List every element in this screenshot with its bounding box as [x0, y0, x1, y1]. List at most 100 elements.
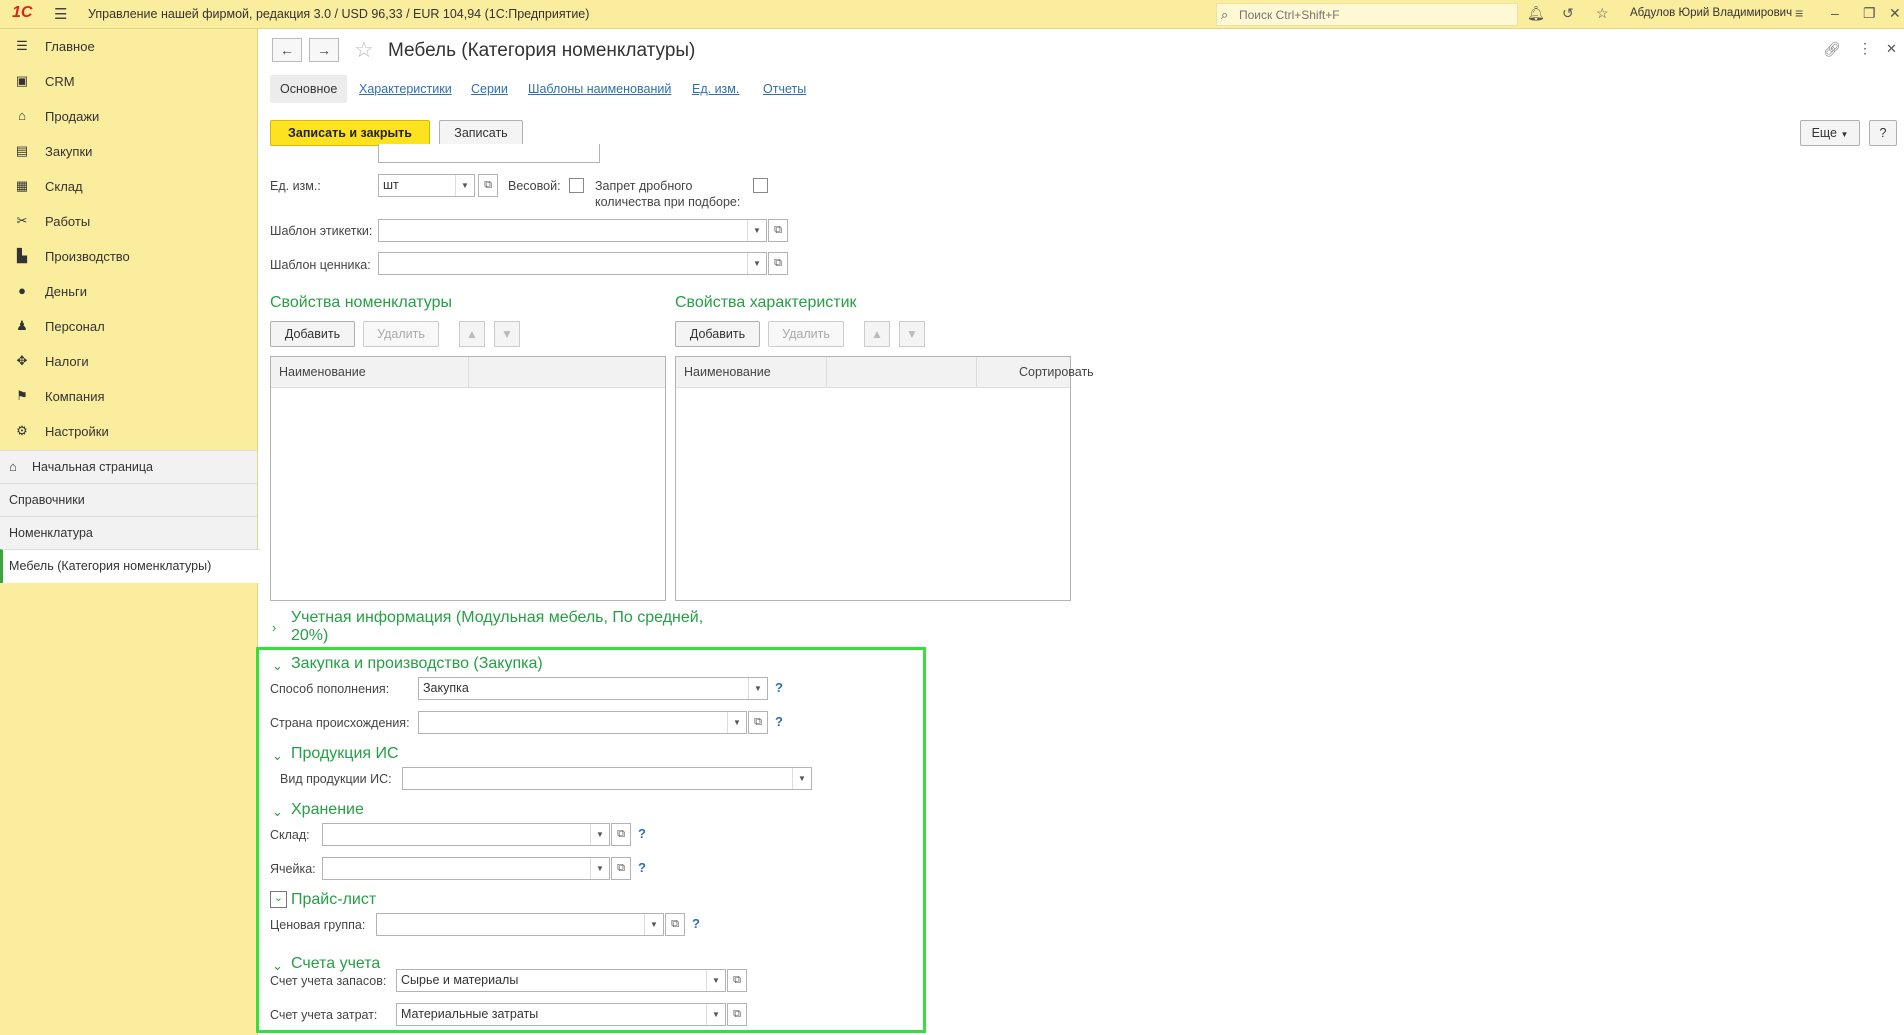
storage-title[interactable]: Хранение [291, 801, 364, 819]
opened-home-page[interactable]: ⌂ Начальная страница [0, 450, 257, 484]
dropdown-arrow-icon[interactable]: ▼ [727, 712, 746, 733]
props-characteristics-table[interactable]: Наименование Сортировать [675, 356, 1094, 601]
move-down-icon[interactable]: ▼ [899, 321, 925, 347]
fraction-ban-checkbox[interactable] [753, 178, 768, 193]
purchase-group-title[interactable]: Закупка и производство (Закупка) [291, 655, 543, 673]
scrolled-field[interactable] [378, 144, 600, 163]
pricelist-collapse-toggle[interactable]: ⌄ [270, 891, 287, 908]
replenishment-field[interactable]: Закупка ▼ [418, 677, 768, 700]
restore-icon[interactable]: ❐ [1863, 5, 1876, 22]
open-icon[interactable]: ⧉ [727, 969, 747, 992]
open-icon[interactable]: ⧉ [611, 823, 631, 846]
global-search[interactable]: ⌕ [1216, 3, 1518, 26]
tab-characteristics[interactable]: Характеристики [359, 82, 452, 96]
open-icon[interactable]: ⧉ [727, 1003, 747, 1026]
column-header-name[interactable]: Наименование [279, 365, 366, 379]
move-down-icon[interactable]: ▼ [494, 321, 520, 347]
label-template-field[interactable]: ▼ [378, 219, 767, 242]
forward-button[interactable]: → [309, 38, 339, 62]
dropdown-arrow-icon[interactable]: ▼ [706, 1004, 725, 1025]
sidebar-item-crm[interactable]: ▣ CRM [0, 64, 257, 99]
props-char-add-button[interactable]: Добавить [675, 321, 760, 347]
bell-icon[interactable]: 🔔︎ [1527, 5, 1545, 22]
open-icon[interactable]: ⧉ [748, 711, 768, 734]
help-question-icon[interactable]: ? [638, 826, 646, 841]
help-question-icon[interactable]: ? [775, 680, 783, 695]
props-nom-delete-button[interactable]: Удалить [363, 321, 439, 347]
tab-main[interactable]: Основное [270, 75, 348, 103]
sidebar-item-main[interactable]: ☰ Главное [0, 29, 257, 64]
cell-field[interactable]: ▼ [322, 857, 610, 880]
sidebar-item-taxes[interactable]: ✥ Налоги [0, 344, 257, 379]
settings-menu-icon[interactable]: ≡ [1795, 5, 1803, 21]
dropdown-arrow-icon[interactable]: ▼ [792, 768, 811, 789]
search-input[interactable] [1237, 6, 1511, 24]
sidebar-item-money[interactable]: ● Деньги [0, 274, 257, 309]
country-field[interactable]: ▼ [418, 711, 747, 734]
sidebar-item-warehouse[interactable]: ▦ Склад [0, 169, 257, 204]
opened-current-form[interactable]: Мебель (Категория номенклатуры) [0, 549, 260, 583]
history-icon[interactable]: ↺ [1562, 5, 1574, 22]
dropdown-arrow-icon[interactable]: ▼ [748, 678, 767, 699]
favorite-star-icon[interactable]: ☆ [354, 37, 374, 63]
open-icon[interactable]: ⧉ [768, 219, 788, 242]
star-icon[interactable]: ☆ [1596, 5, 1609, 22]
opened-catalogs[interactable]: Справочники [0, 483, 257, 517]
tab-units[interactable]: Ед. изм. [692, 82, 739, 96]
accounting-info-title-line2[interactable]: 20%) [291, 627, 328, 645]
sidebar-item-production[interactable]: ▙ Производство [0, 239, 257, 274]
dropdown-arrow-icon[interactable]: ▼ [590, 824, 609, 845]
more-button[interactable]: Еще ▼ [1800, 120, 1860, 146]
close-window-icon[interactable]: ✕ [1889, 5, 1901, 22]
dropdown-arrow-icon[interactable]: ▼ [747, 253, 766, 274]
sidebar-item-sales[interactable]: ⌂ Продажи [0, 99, 257, 134]
save-button[interactable]: Записать [439, 120, 523, 146]
props-char-delete-button[interactable]: Удалить [768, 321, 844, 347]
chevron-down-icon[interactable]: ⌄ [272, 658, 283, 674]
move-up-icon[interactable]: ▲ [459, 321, 485, 347]
tab-name-templates[interactable]: Шаблоны наименований [528, 82, 671, 96]
chevron-down-icon[interactable]: ⌄ [272, 958, 283, 974]
open-icon[interactable]: ⧉ [665, 913, 685, 936]
sidebar-item-works[interactable]: ✂ Работы [0, 204, 257, 239]
warehouse-field[interactable]: ▼ [322, 823, 610, 846]
props-nomenclature-table[interactable]: Наименование [270, 356, 666, 601]
sidebar-item-purchases[interactable]: ▤ Закупки [0, 134, 257, 169]
more-vertical-icon[interactable]: ⋮ [1858, 40, 1872, 57]
pricelist-title[interactable]: Прайс-лист [291, 891, 376, 909]
dropdown-arrow-icon[interactable]: ▼ [747, 220, 766, 241]
props-nom-add-button[interactable]: Добавить [270, 321, 355, 347]
link-icon[interactable]: 🔗︎ [1823, 41, 1841, 58]
weight-checkbox[interactable] [569, 178, 584, 193]
chevron-right-icon[interactable]: › [272, 620, 276, 635]
open-icon[interactable]: ⧉ [768, 252, 788, 275]
accounting-info-title-line1[interactable]: Учетная информация (Модульная мебель, По… [291, 609, 703, 627]
back-button[interactable]: ← [272, 38, 302, 62]
help-button[interactable]: ? [1869, 120, 1897, 146]
unit-field[interactable]: шт ▼ [378, 174, 475, 197]
price-tag-template-field[interactable]: ▼ [378, 252, 767, 275]
chevron-down-icon[interactable]: ⌄ [272, 804, 283, 820]
expense-account-field[interactable]: Материальные затраты ▼ [396, 1003, 726, 1026]
accounts-title[interactable]: Счета учета [291, 955, 380, 973]
is-kind-field[interactable]: ▼ [402, 767, 812, 790]
open-icon[interactable]: ⧉ [478, 174, 498, 197]
column-header-name[interactable]: Наименование [684, 365, 771, 379]
open-icon[interactable]: ⧉ [611, 857, 631, 880]
tab-series[interactable]: Серии [471, 82, 508, 96]
sidebar-item-settings[interactable]: ⚙ Настройки [0, 414, 257, 449]
price-group-field[interactable]: ▼ [376, 913, 664, 936]
dropdown-arrow-icon[interactable]: ▼ [644, 914, 663, 935]
hamburger-menu-icon[interactable]: ☰ [54, 5, 67, 23]
column-header-sort[interactable]: Сортировать [1019, 365, 1094, 379]
help-question-icon[interactable]: ? [775, 714, 783, 729]
dropdown-arrow-icon[interactable]: ▼ [455, 175, 474, 196]
dropdown-arrow-icon[interactable]: ▼ [706, 970, 725, 991]
minimize-icon[interactable]: – [1831, 5, 1839, 21]
help-question-icon[interactable]: ? [638, 860, 646, 875]
dropdown-arrow-icon[interactable]: ▼ [590, 858, 609, 879]
sidebar-item-staff[interactable]: ♟ Персонал [0, 309, 257, 344]
user-name[interactable]: Абдулов Юрий Владимирович [1630, 7, 1792, 19]
opened-nomenclature[interactable]: Номенклатура [0, 516, 257, 550]
sidebar-item-company[interactable]: ⚑ Компания [0, 379, 257, 414]
